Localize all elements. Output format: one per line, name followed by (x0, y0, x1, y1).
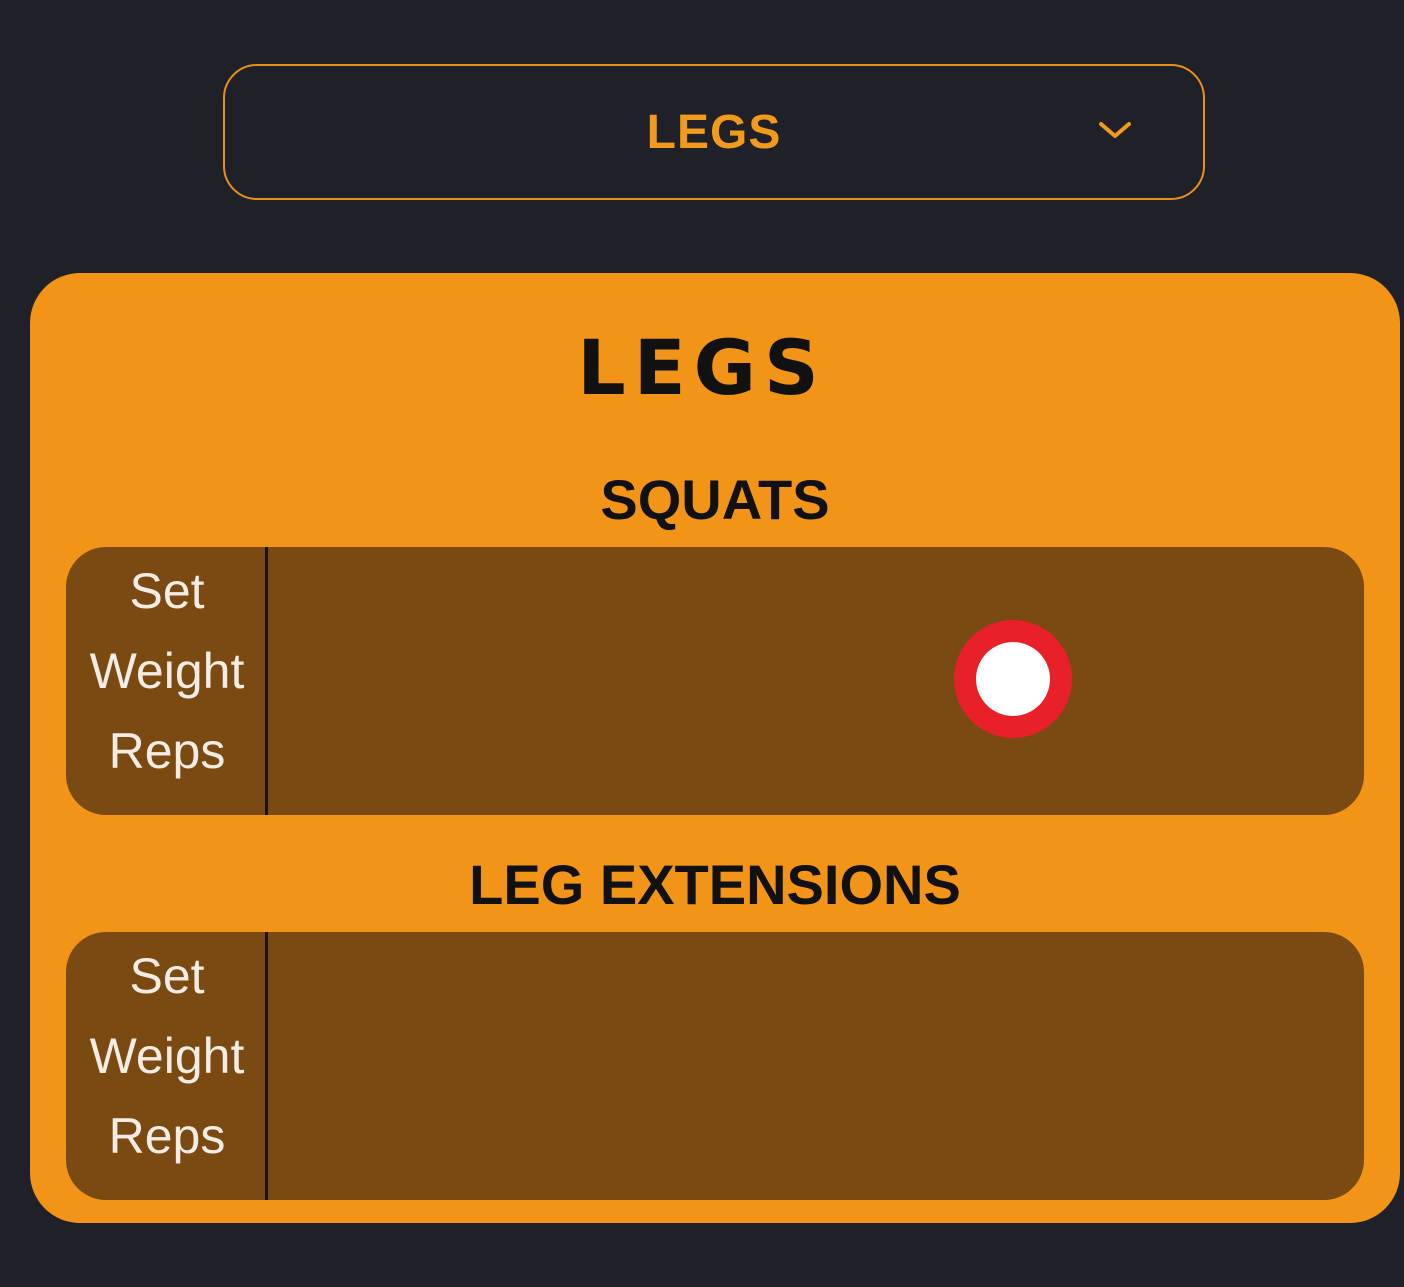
sets-area[interactable] (271, 932, 1364, 1200)
set-label: Set (129, 948, 205, 1004)
exercise-title: LEG EXTENSIONS (469, 853, 961, 916)
reps-label: Reps (108, 723, 226, 779)
touch-indicator-center (976, 642, 1050, 716)
workout-title: LEGS (577, 323, 827, 412)
workout-dropdown-value: LEGS (646, 105, 782, 159)
weight-label: Weight (89, 643, 245, 699)
set-label: Set (129, 563, 205, 619)
exercise-log-panel[interactable]: Set Weight Reps (66, 547, 1364, 815)
row-labels-column: Set Weight Reps (66, 547, 268, 815)
sets-area[interactable] (271, 547, 1364, 815)
reps-label: Reps (108, 1108, 226, 1164)
exercise-title: SQUATS (600, 468, 830, 531)
row-labels-column: Set Weight Reps (66, 932, 268, 1200)
touch-indicator (954, 620, 1072, 738)
exercise-log-panel[interactable]: Set Weight Reps (66, 932, 1364, 1200)
chevron-down-icon (1099, 122, 1131, 138)
weight-label: Weight (89, 1028, 245, 1084)
workout-dropdown[interactable]: LEGS (223, 64, 1205, 200)
